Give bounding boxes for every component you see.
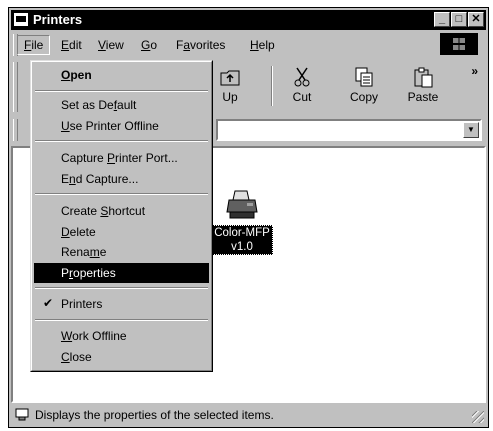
menu-separator bbox=[35, 140, 208, 142]
cut-button[interactable]: Cut bbox=[276, 60, 328, 114]
copy-icon bbox=[355, 67, 373, 87]
scissors-icon bbox=[294, 67, 310, 87]
menu-separator bbox=[35, 319, 208, 321]
menu-file[interactable]: File bbox=[17, 35, 51, 55]
maximize-button[interactable]: □ bbox=[451, 12, 467, 27]
resize-grip[interactable] bbox=[472, 411, 484, 423]
menu-item-set-as-default[interactable]: Set as Default bbox=[34, 95, 209, 115]
menu-item-use-printer-offline[interactable]: Use Printer Offline bbox=[34, 116, 209, 136]
copy-label: Copy bbox=[349, 90, 378, 104]
status-info-icon bbox=[15, 408, 29, 421]
paste-label: Paste bbox=[407, 90, 439, 104]
menu-separator bbox=[35, 287, 208, 289]
menu-edit[interactable]: Edit bbox=[61, 38, 82, 52]
menu-item-end-capture[interactable]: End Capture... bbox=[34, 169, 209, 189]
paste-button[interactable]: Paste bbox=[397, 60, 449, 114]
menu-separator bbox=[35, 90, 208, 92]
copy-button[interactable]: Copy bbox=[338, 60, 390, 114]
toolbar-more-chevron[interactable]: » bbox=[471, 64, 478, 78]
menu-favorites[interactable]: Favorites bbox=[176, 38, 225, 52]
window-title: Printers bbox=[33, 12, 83, 27]
title-bar[interactable]: Printers _ □ ✕ bbox=[11, 10, 486, 30]
windows-logo-icon bbox=[440, 33, 478, 55]
menu-item-open[interactable]: Open bbox=[34, 65, 209, 85]
menu-go[interactable]: Go bbox=[141, 38, 157, 52]
address-dropdown-button[interactable]: ▼ bbox=[463, 122, 479, 138]
printer-label: Color-MFP v1.0 bbox=[211, 225, 273, 255]
menu-item-rename[interactable]: Rename bbox=[34, 242, 209, 262]
check-mark-icon: ✔ bbox=[43, 296, 54, 310]
toolbar-separator bbox=[271, 66, 273, 106]
menu-bar: File Edit View Go Favorites Help bbox=[11, 32, 486, 57]
printer-icon bbox=[226, 190, 258, 219]
printers-folder-icon bbox=[14, 13, 28, 26]
status-text: Displays the properties of the selected … bbox=[35, 408, 274, 422]
menu-help[interactable]: Help bbox=[250, 38, 275, 52]
status-bar: Displays the properties of the selected … bbox=[11, 405, 486, 425]
toolbar-grip[interactable] bbox=[13, 62, 18, 112]
menu-item-printers[interactable]: ✔ Printers bbox=[34, 294, 209, 314]
menu-item-create-shortcut[interactable]: Create Shortcut bbox=[34, 201, 209, 221]
paste-icon bbox=[414, 67, 433, 88]
printer-item-color-mfp[interactable]: Color-MFP v1.0 bbox=[210, 188, 274, 255]
file-dropdown-menu: Open Set as Default Use Printer Offline … bbox=[30, 60, 213, 372]
menu-view[interactable]: View bbox=[98, 38, 124, 52]
menu-item-work-offline[interactable]: Work Offline bbox=[34, 326, 209, 346]
close-button[interactable]: ✕ bbox=[468, 12, 484, 27]
up-folder-icon bbox=[220, 70, 240, 86]
minimize-button[interactable]: _ bbox=[434, 12, 450, 27]
menu-item-delete[interactable]: Delete bbox=[34, 222, 209, 242]
menu-item-capture-printer-port[interactable]: Capture Printer Port... bbox=[34, 148, 209, 168]
addressbar-grip[interactable] bbox=[13, 119, 18, 141]
cut-label: Cut bbox=[292, 90, 312, 104]
menu-item-properties[interactable]: Properties bbox=[34, 263, 209, 283]
menu-item-close[interactable]: Close bbox=[34, 347, 209, 367]
address-input[interactable]: ▼ bbox=[216, 119, 482, 141]
menu-separator bbox=[35, 193, 208, 195]
